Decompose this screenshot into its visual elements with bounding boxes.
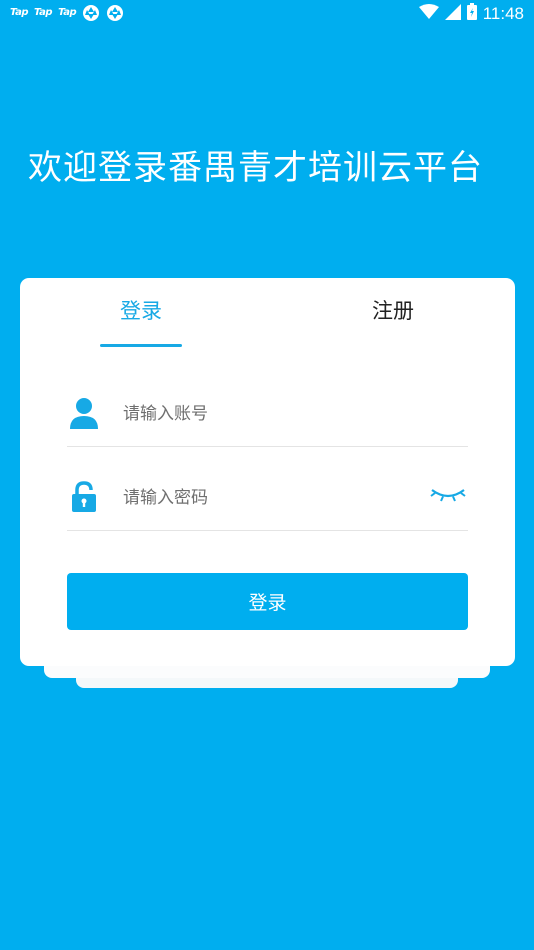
eye-closed-icon[interactable] xyxy=(428,484,468,508)
aperture-icon xyxy=(106,4,124,22)
lock-icon xyxy=(69,480,99,518)
password-input[interactable] xyxy=(123,484,423,512)
user-icon xyxy=(69,396,99,434)
tap-app-icon: Tap xyxy=(58,7,77,18)
password-field xyxy=(67,476,468,531)
status-bar-left: Tap Tap Tap xyxy=(10,4,124,22)
status-bar-right: 11:48 xyxy=(418,3,524,24)
active-tab-indicator xyxy=(100,344,182,347)
account-field xyxy=(67,392,468,447)
account-input[interactable] xyxy=(123,400,423,428)
battery-icon xyxy=(466,3,477,24)
aperture-icon xyxy=(82,4,100,22)
tab-login[interactable]: 登录 xyxy=(81,296,201,326)
tab-register[interactable]: 注册 xyxy=(333,296,453,326)
wifi-icon xyxy=(418,3,439,24)
cell-signal-icon xyxy=(444,3,461,24)
welcome-title: 欢迎登录番禺青才培训云平台 xyxy=(28,148,483,188)
login-card: 登录 注册 请输入账号 登录 xyxy=(20,278,515,666)
login-button[interactable]: 登录 xyxy=(67,573,468,630)
tap-app-icon: Tap xyxy=(10,7,29,18)
status-bar: Tap Tap Tap 11:48 xyxy=(0,0,534,28)
tap-app-icon: Tap xyxy=(34,7,53,18)
status-time: 11:48 xyxy=(482,3,524,23)
